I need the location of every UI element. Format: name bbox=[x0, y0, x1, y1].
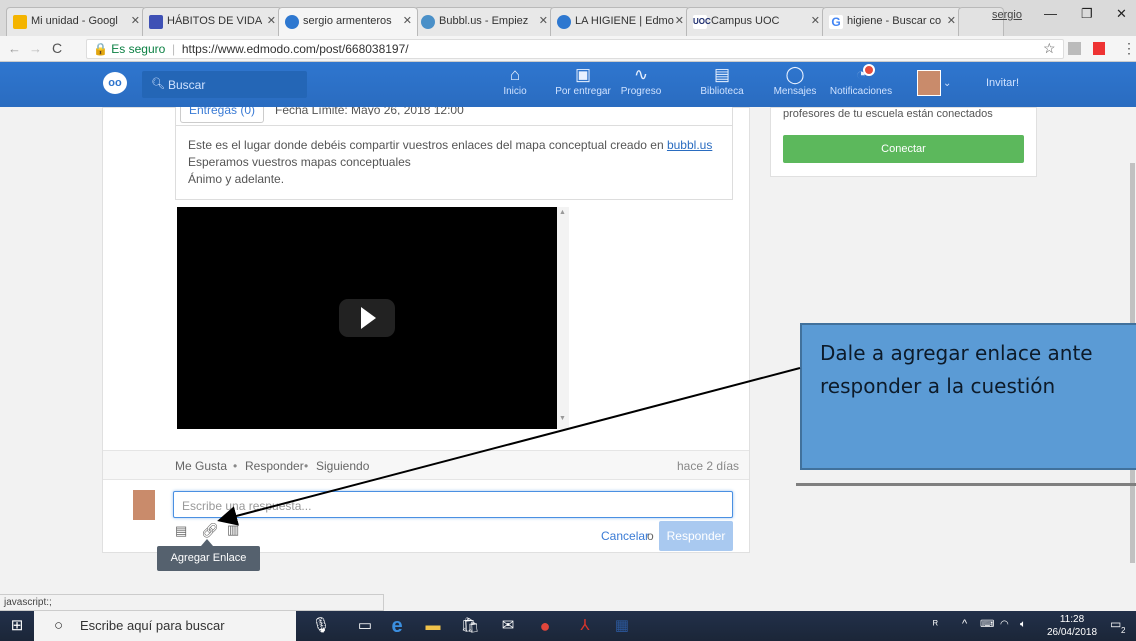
file-explorer-icon[interactable]: ▬ bbox=[422, 615, 444, 637]
chrome-icon[interactable]: ● bbox=[534, 615, 556, 637]
task-view-icon[interactable]: ▭ bbox=[354, 615, 376, 637]
notification-count: 2 bbox=[1121, 626, 1126, 635]
mail-icon[interactable]: ✉ bbox=[497, 615, 519, 637]
taskbar-search-placeholder: Escribe aquí para buscar bbox=[80, 618, 225, 633]
edmodo-icon bbox=[285, 15, 299, 29]
acrobat-icon[interactable]: ⅄ bbox=[574, 615, 596, 637]
taskbar-search-input[interactable]: ○ Escribe aquí para buscar bbox=[34, 611, 296, 641]
chevron-up-icon[interactable]: ^ bbox=[962, 618, 967, 630]
volume-icon[interactable]: 🔈︎ bbox=[1020, 619, 1026, 630]
annotation-arrow bbox=[217, 367, 801, 526]
clock[interactable]: 11:28 26/04/2018 bbox=[1042, 613, 1102, 639]
windows-taskbar: ⊞ ○ Escribe aquí para buscar 🎙︎ ▭ e ▬ 🛍︎… bbox=[0, 611, 1136, 641]
people-icon[interactable]: ᴿ bbox=[933, 619, 938, 631]
edge-icon[interactable]: e bbox=[386, 615, 408, 637]
date: 26/04/2018 bbox=[1046, 627, 1098, 638]
close-icon[interactable]: ✕ bbox=[403, 8, 412, 35]
windows-start-icon[interactable]: ⊞ bbox=[6, 615, 28, 637]
browser-tab-sergio[interactable]: sergio armenteros ✕ bbox=[278, 7, 418, 36]
cortana-icon: ○ bbox=[54, 617, 64, 634]
tab-label: sergio armenteros bbox=[303, 15, 392, 27]
store-icon[interactable]: 🛍︎ bbox=[459, 615, 481, 637]
microphone-icon[interactable]: 🎙︎ bbox=[310, 615, 332, 637]
wifi-icon[interactable]: ◠ bbox=[1000, 619, 1009, 630]
keyboard-icon[interactable]: ⌨︎ bbox=[980, 619, 994, 630]
time: 11:28 bbox=[1059, 614, 1085, 625]
word-icon[interactable]: ▦ bbox=[611, 615, 633, 637]
